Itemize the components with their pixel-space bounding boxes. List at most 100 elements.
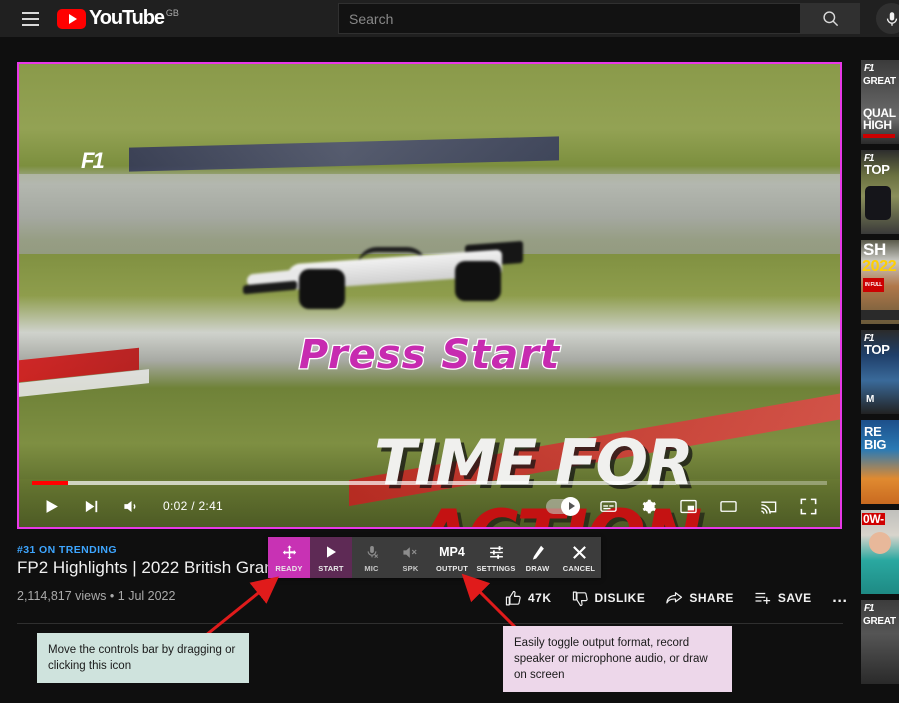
thumb-grandstand: [861, 310, 899, 320]
thumb-line-2: 2022: [862, 258, 897, 275]
miniplayer-icon: [679, 499, 697, 513]
hamburger-line: [21, 17, 39, 20]
callout-output-options: Easily toggle output format, record spea…: [503, 626, 732, 692]
view-count: 2,114,817 views: [17, 589, 107, 603]
search-input[interactable]: [338, 3, 800, 34]
f1-watermark: F1: [81, 148, 105, 173]
top-navigation-bar: YouTube GB: [0, 0, 899, 37]
recorder-button-label: READY: [275, 563, 303, 573]
save-button[interactable]: SAVE: [744, 585, 822, 611]
thumb-red-underline: [863, 134, 895, 138]
recorder-cancel-button[interactable]: CANCEL: [557, 537, 601, 578]
share-button[interactable]: SHARE: [655, 585, 744, 611]
recorder-ready-move-button[interactable]: READY: [268, 537, 310, 578]
trending-badge: #31 ON TRENDING: [17, 544, 117, 556]
thumb-top-moments-1[interactable]: F1 TOP: [861, 150, 899, 234]
speaker-muted-icon: [402, 543, 419, 562]
f1-race-car: [243, 239, 537, 319]
car-rear-wheel: [455, 261, 501, 301]
thumb-line-1: SH: [863, 240, 887, 259]
recorder-button-label: DRAW: [525, 563, 550, 573]
upload-date: 1 Jul 2022: [117, 589, 176, 603]
move-arrows-icon: [281, 543, 298, 562]
video-player[interactable]: F1 Press Start TIME FOR ACTION: [17, 62, 842, 529]
callout-move-controls: Move the controls bar by dragging or cli…: [37, 633, 249, 683]
search-button[interactable]: [800, 3, 860, 34]
thumb-line-1: GREAT: [863, 616, 896, 627]
dislike-label: DISLIKE: [594, 591, 646, 605]
car-front-wheel: [299, 269, 345, 309]
recorder-mic-button[interactable]: MIC: [352, 537, 391, 578]
fullscreen-icon: [800, 498, 816, 514]
recorder-start-button[interactable]: START: [310, 537, 352, 578]
miniplayer-button[interactable]: [668, 485, 708, 527]
settings-button[interactable]: [628, 485, 668, 527]
thumb-shorts-2022[interactable]: SH 2022 IN FULL: [861, 240, 899, 324]
like-button[interactable]: 47K: [495, 585, 562, 611]
search-area: [338, 3, 860, 34]
thumb-line-1: TOP: [864, 342, 890, 357]
player-controls-right: [546, 485, 828, 527]
cast-button[interactable]: [748, 485, 788, 527]
recorder-settings-button[interactable]: SETTINGS: [474, 537, 518, 578]
thumb-line-2: M: [866, 394, 875, 405]
like-count: 47K: [528, 591, 552, 605]
youtube-play-icon: [57, 9, 86, 29]
subtitles-icon: [599, 500, 617, 512]
hamburger-menu-icon[interactable]: [10, 0, 50, 39]
video-title: FP2 Highlights | 2022 British Grand P: [17, 558, 300, 577]
fullscreen-button[interactable]: [788, 485, 828, 527]
related-videos-sidebar: F1 GREAT QUAL HIGH F1 TOP SH 2022 IN FUL…: [861, 60, 899, 690]
player-controls-row: 0:02 / 2:41: [19, 485, 840, 527]
thumb-greatest[interactable]: F1 GREAT: [861, 600, 899, 684]
recorder-draw-button[interactable]: DRAW: [518, 537, 557, 578]
thumbs-up-icon: [505, 590, 521, 605]
more-options-icon: …: [831, 589, 850, 606]
subtitles-button[interactable]: [588, 485, 628, 527]
thumb-qualifying-highlights[interactable]: F1 GREAT QUAL HIGH: [861, 60, 899, 144]
recorder-button-label: SETTINGS: [476, 563, 516, 573]
thumb-line-3: HIGH: [863, 118, 892, 132]
youtube-wordmark: YouTube: [89, 7, 165, 29]
share-label: SHARE: [689, 591, 734, 605]
autoplay-toggle[interactable]: [546, 496, 580, 516]
save-label: SAVE: [777, 591, 812, 605]
theater-mode-icon: [719, 500, 737, 512]
youtube-country-code: GB: [165, 8, 179, 18]
share-arrow-icon: [666, 592, 683, 604]
thumb-car-wheel: [865, 186, 891, 220]
microphone-icon: [886, 11, 897, 26]
f1-logo-icon: F1: [864, 603, 875, 614]
close-x-icon: [571, 543, 588, 562]
youtube-page-with-screen-recorder: YouTube GB F1: [0, 0, 899, 703]
recorder-speaker-button[interactable]: SPK: [391, 537, 430, 578]
screen-recorder-controls-bar[interactable]: READY START MIC SPK MP4 OUTPUT SETTINGS …: [268, 537, 601, 578]
save-playlist-icon: [755, 592, 770, 604]
hamburger-line: [21, 11, 39, 14]
microphone-muted-icon: [364, 543, 380, 562]
voice-search-button[interactable]: [876, 3, 899, 34]
search-icon: [822, 11, 838, 27]
play-icon: [323, 543, 339, 562]
mp4-text-icon: MP4: [439, 545, 465, 559]
dislike-button[interactable]: DISLIKE: [562, 585, 656, 611]
f1-logo-icon: F1: [864, 63, 875, 74]
theater-mode-button[interactable]: [708, 485, 748, 527]
recorder-button-label: SPK: [402, 563, 419, 573]
recorder-output-format-button[interactable]: MP4 OUTPUT: [430, 537, 474, 578]
thumb-0w-driver[interactable]: 0W-: [861, 510, 899, 594]
player-controls-left: 0:02 / 2:41: [31, 485, 223, 527]
thumb-driver-face: [869, 532, 891, 554]
next-video-button[interactable]: [71, 485, 111, 527]
play-button[interactable]: [31, 485, 71, 527]
thumb-rb-big[interactable]: RE BIG: [861, 420, 899, 504]
thumb-badge-in-full: IN FULL: [863, 278, 885, 292]
youtube-logo[interactable]: YouTube GB: [57, 8, 179, 29]
recorder-button-label: START: [318, 563, 344, 573]
recorder-button-label: OUTPUT: [435, 563, 469, 573]
more-options-button[interactable]: …: [822, 585, 860, 611]
thumbs-down-icon: [572, 591, 588, 606]
video-time-display: 0:02 / 2:41: [163, 499, 224, 513]
volume-button[interactable]: [111, 485, 151, 527]
thumb-top-moments-2[interactable]: F1 TOP M: [861, 330, 899, 414]
